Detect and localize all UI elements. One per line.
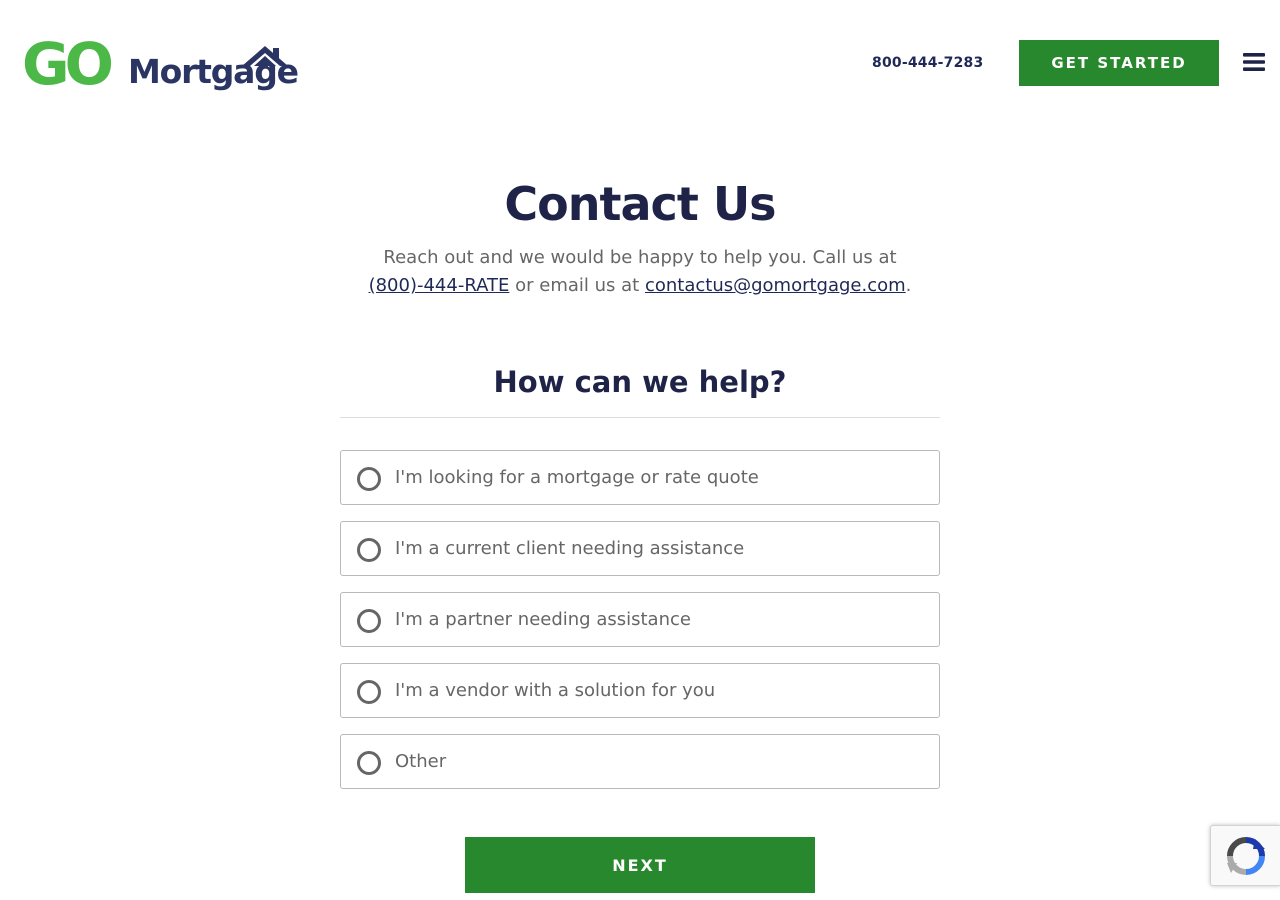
option-label: Other — [395, 751, 447, 772]
recaptcha-icon — [1226, 836, 1265, 875]
option-current-client[interactable]: I'm a current client needing assistance — [340, 521, 940, 576]
intro-text-before: Reach out and we would be happy to help … — [383, 247, 897, 268]
logo-go-text: GO — [22, 30, 114, 98]
intro-phone-link[interactable]: (800)-444-RATE — [369, 275, 510, 296]
radio-button[interactable] — [357, 538, 381, 562]
recaptcha-badge[interactable] — [1210, 825, 1280, 886]
logo-mortgage-text: Mortgage — [128, 52, 299, 91]
site-header: GO Mortgage 800-444-7283 GET STARTED — [0, 0, 1280, 124]
page-title: Contact Us — [504, 177, 776, 231]
option-label: I'm a vendor with a solution for you — [395, 680, 716, 701]
radio-button[interactable] — [357, 751, 381, 775]
intro-email-link[interactable]: contactus@gomortgage.com — [645, 275, 906, 296]
option-label: I'm looking for a mortgage or rate quote — [395, 467, 759, 488]
hamburger-menu-icon — [1243, 53, 1265, 71]
option-mortgage-quote[interactable]: I'm looking for a mortgage or rate quote — [340, 450, 940, 505]
option-label: I'm a current client needing assistance — [395, 538, 745, 559]
option-vendor[interactable]: I'm a vendor with a solution for you — [340, 663, 940, 718]
option-partner[interactable]: I'm a partner needing assistance — [340, 592, 940, 647]
intro-text-middle: or email us at — [515, 275, 640, 296]
radio-button[interactable] — [357, 680, 381, 704]
intro-text: Reach out and we would be happy to help … — [340, 244, 940, 300]
menu-button[interactable] — [1240, 49, 1268, 75]
next-button[interactable]: NEXT — [465, 837, 815, 893]
radio-button[interactable] — [357, 467, 381, 491]
help-options: I'm looking for a mortgage or rate quote… — [340, 450, 940, 805]
option-other[interactable]: Other — [340, 734, 940, 789]
gomortgage-logo[interactable]: GO Mortgage — [22, 30, 299, 98]
help-title: How can we help? — [493, 365, 787, 399]
header-phone-link[interactable]: 800-444-7283 — [872, 53, 983, 73]
get-started-button[interactable]: GET STARTED — [1019, 40, 1219, 86]
section-divider — [340, 417, 940, 418]
intro-text-after: . — [905, 275, 912, 296]
option-label: I'm a partner needing assistance — [395, 609, 691, 630]
radio-button[interactable] — [357, 609, 381, 633]
